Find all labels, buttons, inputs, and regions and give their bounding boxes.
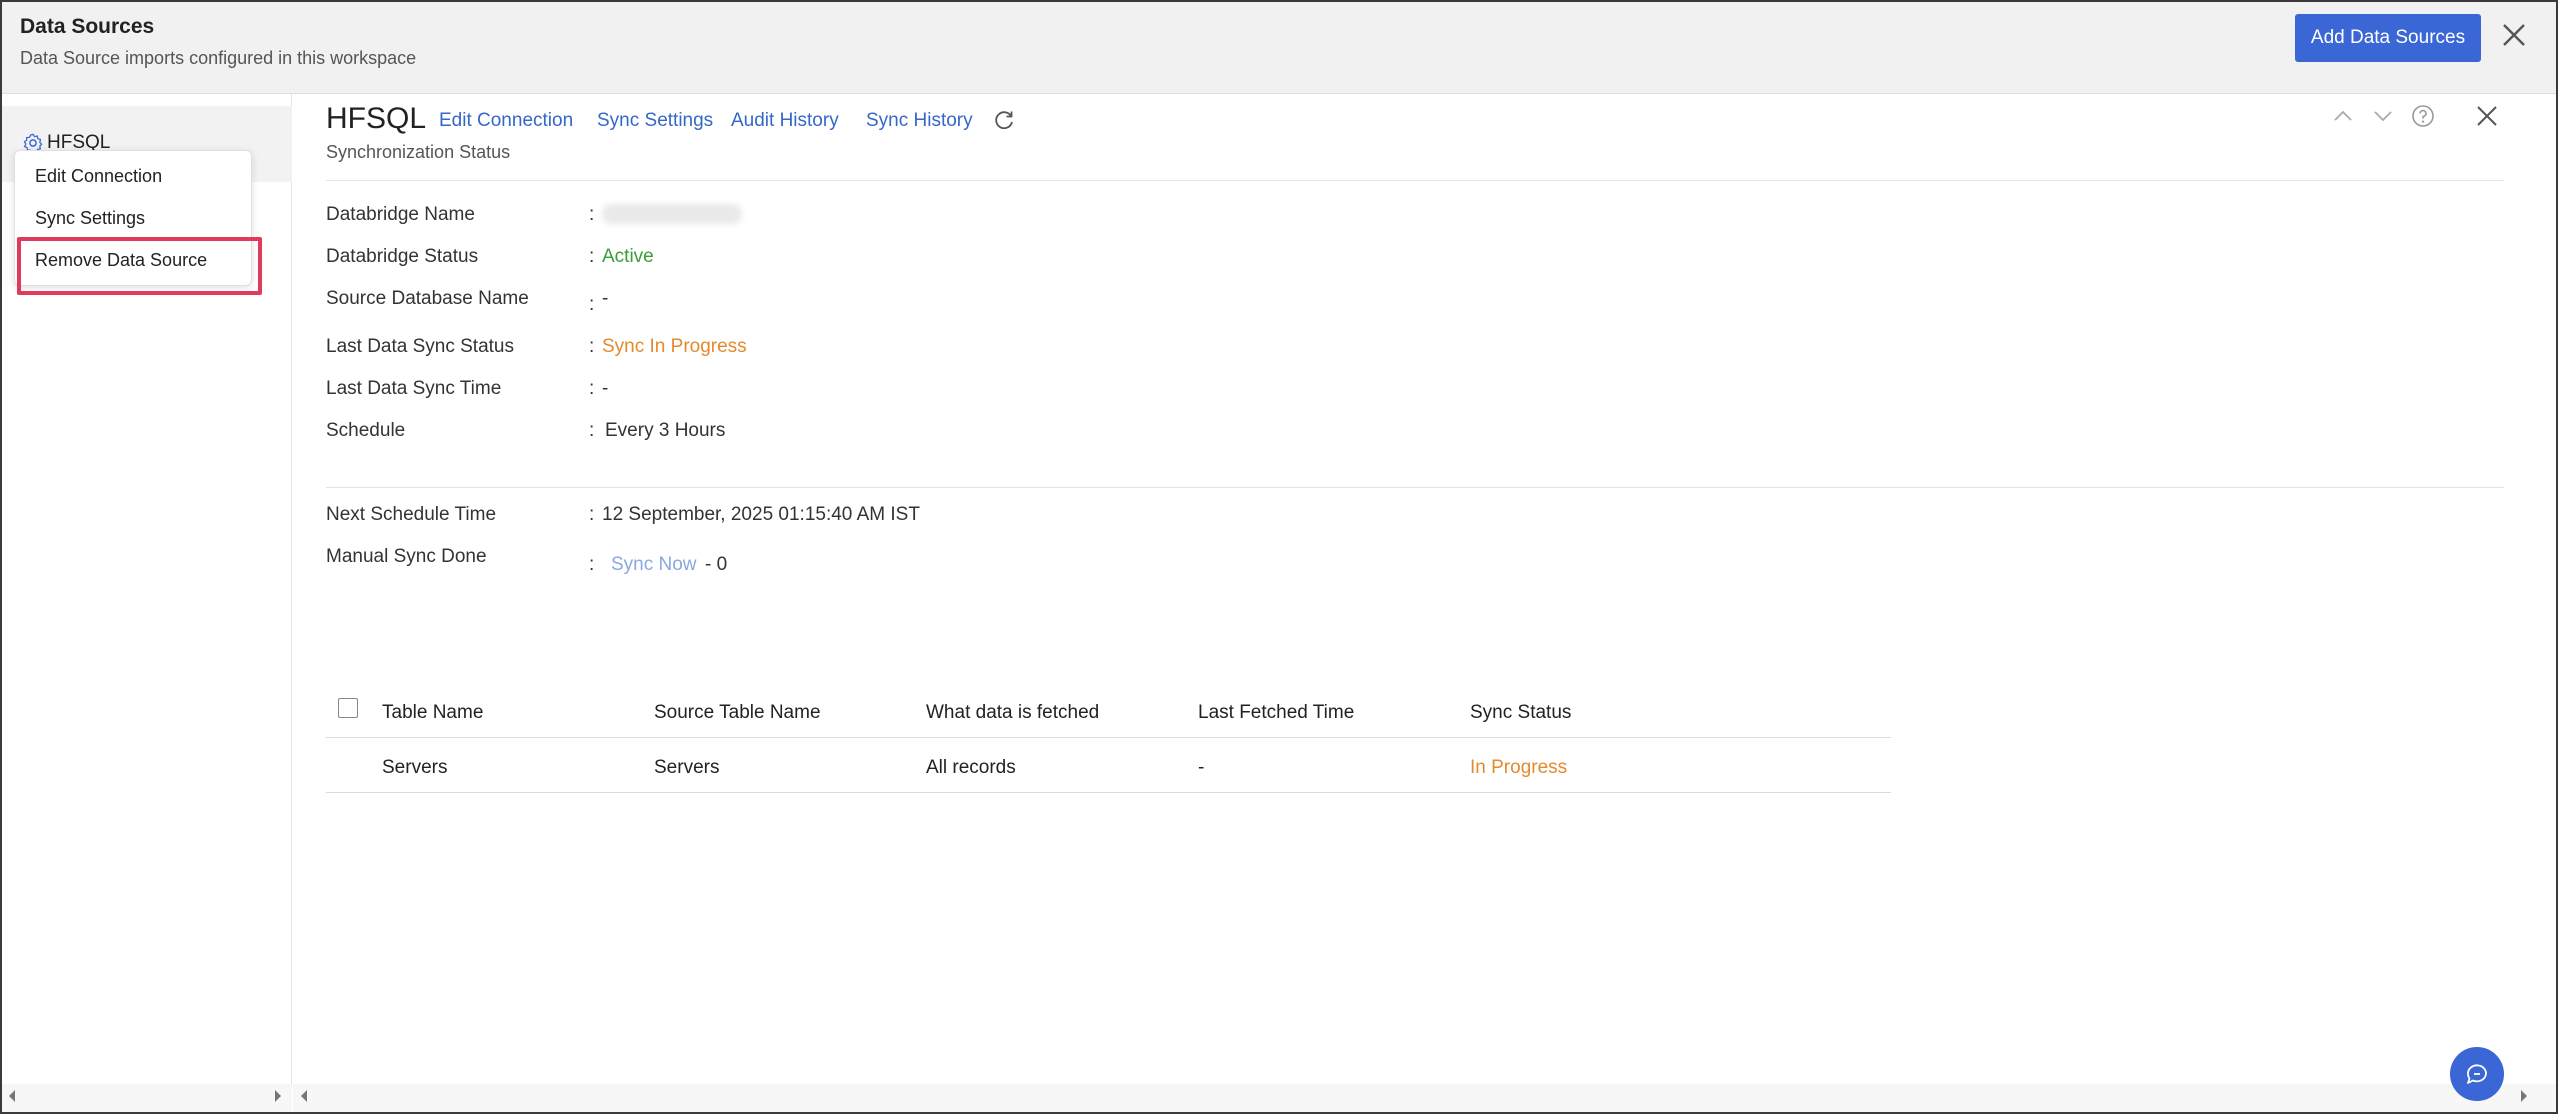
page-header: Data Sources Data Source imports configu…: [2, 2, 2556, 94]
add-data-sources-button[interactable]: Add Data Sources: [2295, 14, 2481, 62]
refresh-icon[interactable]: [991, 108, 1017, 134]
detail-value: -: [602, 288, 609, 309]
table-header: Table Name Source Table Name What data i…: [326, 684, 1891, 738]
page-title: Data Sources: [20, 15, 155, 38]
chat-button[interactable]: [2450, 1047, 2504, 1101]
highlight-box: [17, 237, 262, 295]
column-header[interactable]: Source Table Name: [654, 702, 821, 724]
detail-label: Databridge Status: [326, 246, 479, 267]
select-all-checkbox[interactable]: [338, 698, 358, 718]
column-header[interactable]: Sync Status: [1470, 702, 1571, 724]
scroll-left-icon[interactable]: [298, 1088, 310, 1104]
sync-status-value: Sync In Progress: [602, 336, 747, 357]
chat-icon: [2467, 1064, 2487, 1084]
table-cell: All records: [926, 757, 1016, 778]
menu-item-edit-connection[interactable]: Edit Connection: [35, 166, 162, 187]
blurred-value: [602, 204, 742, 224]
detail-label: Databridge Name: [326, 204, 475, 225]
scroll-left-icon[interactable]: [6, 1088, 18, 1104]
main-scrollbar[interactable]: [293, 1084, 2556, 1112]
section-label: Synchronization Status: [326, 142, 511, 162]
sync-settings-link[interactable]: Sync Settings: [597, 110, 713, 132]
sync-now-link[interactable]: Sync Now: [611, 554, 697, 576]
detail-label: Source Database Name: [326, 288, 529, 309]
column-header[interactable]: Last Fetched Time: [1198, 702, 1354, 724]
table-row[interactable]: Servers Servers All records - In Progres…: [326, 739, 1891, 793]
next-schedule-label: Next Schedule Time: [326, 504, 497, 525]
main-panel: HFSQL Edit Connection Sync Settings Audi…: [293, 94, 2556, 1084]
status-value: Active: [602, 246, 654, 267]
manual-sync-label: Manual Sync Done: [326, 546, 487, 567]
page-subtitle: Data Source imports configured in this w…: [20, 48, 417, 68]
scroll-right-icon[interactable]: [272, 1088, 284, 1104]
sync-history-link[interactable]: Sync History: [866, 110, 973, 132]
chevron-up-icon[interactable]: [2329, 102, 2357, 130]
detail-label: Schedule: [326, 420, 406, 441]
chevron-down-icon[interactable]: [2369, 102, 2397, 130]
scroll-right-icon[interactable]: [2518, 1088, 2530, 1104]
manual-sync-count: - 0: [705, 554, 728, 575]
column-header[interactable]: Table Name: [382, 702, 483, 724]
divider: [326, 487, 2504, 488]
detail-label: Last Data Sync Time: [326, 378, 502, 399]
close-panel-icon[interactable]: [2473, 102, 2501, 130]
divider: [326, 180, 2504, 181]
audit-history-link[interactable]: Audit History: [731, 110, 839, 132]
menu-item-sync-settings[interactable]: Sync Settings: [35, 208, 145, 229]
data-source-title: HFSQL: [326, 102, 427, 135]
column-header[interactable]: What data is fetched: [926, 702, 1099, 724]
close-icon[interactable]: [2499, 20, 2529, 50]
edit-connection-link[interactable]: Edit Connection: [439, 110, 573, 132]
sidebar-scrollbar[interactable]: [2, 1084, 292, 1112]
table-cell: Servers: [382, 757, 448, 778]
sync-status-cell: In Progress: [1470, 757, 1568, 778]
next-schedule-value: 12 September, 2025 01:15:40 AM IST: [602, 504, 920, 525]
help-icon[interactable]: [2409, 102, 2437, 130]
detail-value: -: [602, 378, 609, 399]
schedule-value: Every 3 Hours: [605, 420, 726, 441]
detail-label: Last Data Sync Status: [326, 336, 514, 357]
table-cell: Servers: [654, 757, 720, 778]
table-cell: -: [1198, 757, 1205, 778]
